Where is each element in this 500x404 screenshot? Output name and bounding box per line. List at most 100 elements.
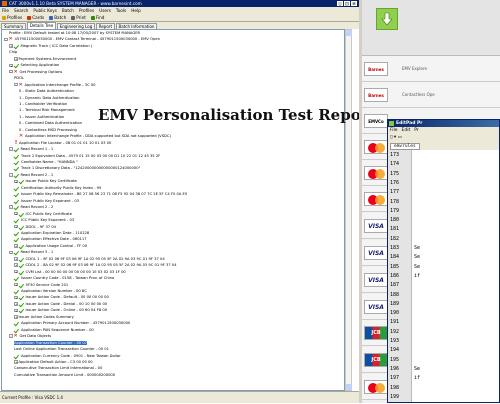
tree-row[interactable]: Cardholder Name - "HANNDA " — [14, 160, 78, 165]
tree-row[interactable]: Application Effective Date - 060117 — [14, 237, 87, 242]
collapse-icon[interactable]: - — [9, 147, 13, 151]
profiles-button[interactable]: Profiles — [2, 15, 22, 20]
tree-row[interactable]: 0 - Static Data Authentication — [19, 89, 74, 94]
tree-row[interactable]: 1 - Dynamic Data Authentication — [19, 96, 80, 101]
new-file-icon[interactable]: ▯ — [390, 135, 392, 140]
close-button[interactable]: × — [351, 1, 357, 6]
tree-row[interactable]: Profile : EMV Default tested at 10:08 17… — [9, 31, 140, 36]
menu-item-profiles[interactable]: Profiles — [79, 7, 94, 14]
expand-icon[interactable]: + — [14, 302, 18, 306]
find-button[interactable]: Find — [90, 15, 104, 20]
collapse-icon[interactable]: - — [9, 250, 13, 255]
menu-item-tools[interactable]: Tools — [116, 7, 126, 14]
editpad-menu-pr[interactable]: Pr — [414, 127, 419, 134]
tree-row[interactable]: - ✕ Get Data Objects — [9, 334, 51, 339]
expand-icon[interactable]: + — [14, 224, 18, 229]
tree-row[interactable]: + Selecting Application — [9, 63, 59, 68]
tree-row[interactable]: + Application Usage Control - FF 00 — [14, 244, 87, 249]
menu-item-search[interactable]: Search — [14, 7, 28, 14]
expand-icon[interactable]: + — [14, 244, 18, 248]
tree-row[interactable]: Application Version Number - 00 8C — [14, 289, 87, 294]
tree-row[interactable]: Application Transaction Counter - 00 07 — [14, 340, 88, 346]
tree-row[interactable]: 0 - Combined Data Authentication — [19, 121, 82, 126]
tree-row[interactable]: +Payment Systems Environment — [14, 57, 76, 62]
tree-row[interactable]: Certification Authority Public Key Index… — [14, 186, 101, 191]
tree-row[interactable]: Cumulative Transaction Amount Limit - 00… — [14, 373, 115, 378]
collapse-icon[interactable]: - — [9, 205, 13, 209]
tree-row[interactable]: +Application Default Action - C3 00 00 0… — [14, 360, 93, 365]
code-line[interactable]: Se — [414, 264, 420, 270]
expand-icon[interactable]: + — [14, 57, 18, 61]
menu-item-public-keys[interactable]: Public Keys — [33, 7, 57, 14]
tree-row[interactable]: 1 - Issuer Authentication — [19, 115, 64, 120]
tree-row[interactable]: - ✕ Application Interchange Profile - 3C 0… — [14, 82, 96, 87]
expand-icon[interactable]: + — [14, 263, 18, 267]
tree-scrollbar[interactable] — [345, 29, 352, 391]
menu-item-help[interactable]: Help — [131, 7, 141, 14]
collapse-icon[interactable]: - — [9, 334, 13, 338]
batch-button[interactable]: Batch — [49, 15, 66, 20]
tree-row[interactable]: ICC Public Key Exponent - 03 — [14, 218, 74, 223]
collapse-icon[interactable]: - — [14, 82, 18, 87]
maximize-button[interactable]: □ — [344, 1, 350, 6]
tree-row[interactable]: 1 - Cardholder Verification — [19, 102, 67, 107]
tree-row[interactable]: + DDOL - 9F 37 04 — [14, 225, 56, 230]
code-line[interactable]: Se — [414, 254, 420, 260]
code-line[interactable]: if — [414, 273, 420, 279]
tree-row[interactable]: - Read Record 1 - 1 — [9, 147, 53, 152]
expand-icon[interactable]: + — [14, 360, 18, 364]
scroll-down-arrow[interactable] — [346, 384, 352, 390]
tree-row[interactable]: + Issuer Action Code - Denial - 00 10 00 … — [14, 302, 107, 307]
expand-icon[interactable]: + — [14, 211, 18, 216]
expand-icon[interactable]: + — [14, 269, 18, 274]
tree-row[interactable]: - Read Record 3 - 1 — [9, 250, 53, 255]
card-scheme-row[interactable]: Barnes EMV Explore — [362, 56, 500, 82]
tree-row[interactable]: Issuer Public Key Remainder - BE 27 08 5… — [14, 192, 187, 197]
tree-row[interactable]: - Read Record 2 - 2 — [9, 205, 53, 210]
scroll-up-arrow[interactable] — [346, 30, 352, 36]
tree-row[interactable]: +5F30 Service Code 201 — [14, 283, 68, 288]
tree-row[interactable]: ! Application File Locator - 08 01 01 01 … — [14, 140, 111, 145]
tree-row[interactable]: PDOL — [14, 76, 24, 81]
tree-row[interactable]: Issuer Country Code - 0158 - Taiwan Prov… — [14, 276, 114, 281]
menu-item-users[interactable]: Users — [99, 7, 111, 14]
tree-row[interactable]: Issuer Public Key Exponent - 03 — [14, 199, 79, 204]
expand-icon[interactable]: + — [14, 308, 18, 313]
download-icon[interactable] — [376, 8, 398, 30]
menu-item-file[interactable]: File — [2, 7, 9, 14]
collapse-icon[interactable]: - — [9, 173, 13, 177]
expand-icon[interactable]: + — [14, 257, 18, 261]
tree-row[interactable]: ✕ Application Interchange Profile - DDA s… — [19, 134, 171, 139]
card-scheme-row[interactable]: Barnes Contactless Ope — [362, 82, 500, 108]
tree-row[interactable]: - ✕ 4579011500030000 - EMV Contact Termina… — [4, 37, 160, 42]
tree-row[interactable]: + Issuer Public Key Certificate — [14, 179, 77, 184]
details-tree[interactable]: Profile : EMV Default tested at 10:08 17… — [1, 29, 345, 391]
tree-row[interactable]: 0 - Contactless MSD Processing — [19, 128, 77, 133]
collapse-icon[interactable]: - — [9, 69, 13, 74]
tree-row[interactable]: Chip — [9, 50, 17, 55]
tree-row[interactable]: Application Primary Account Number - 457… — [14, 321, 130, 326]
code-line[interactable]: Se — [414, 366, 420, 372]
tree-row[interactable]: + CDOL 2 - 8A 02 9F 02 06 9F 03 06 9F 1A … — [14, 263, 177, 268]
open-file-icon[interactable]: ▭ — [398, 135, 402, 140]
tree-row[interactable]: Track 1 Discretionary Data - "1242000000… — [14, 166, 140, 171]
expand-icon[interactable]: + — [9, 44, 13, 48]
tree-row[interactable]: + CDOL 1 - 9F 02 06 9F 03 06 9F 1A 02 95 … — [14, 257, 165, 262]
tree-row[interactable]: Application PAN Sequence Number - 00 — [14, 328, 94, 333]
menu-item-batch[interactable]: Batch — [62, 7, 74, 14]
tree-row[interactable]: + Issuer Action Code - Online - 00 60 04 … — [14, 308, 107, 313]
expand-icon[interactable]: + — [14, 295, 18, 300]
minimize-button[interactable]: _ — [337, 1, 343, 6]
cards-button[interactable]: Cards — [27, 15, 44, 20]
tree-row[interactable]: + ICC Public Key Certificate — [14, 212, 72, 217]
tree-row[interactable]: Track 2 Equivalent Data - 4579 01 15 00 … — [14, 154, 160, 159]
tree-row[interactable]: - ✕ Get Processing Options — [9, 69, 62, 74]
tree-row[interactable]: + Magnetic Track ( ICC Data Correlation ) — [9, 44, 92, 49]
editpad-menu-edit[interactable]: Edit — [402, 127, 411, 134]
code-line[interactable]: Se — [414, 245, 420, 251]
tree-row[interactable]: Application Currency Code - 0901 - New T… — [14, 354, 121, 359]
editpad-file-tab[interactable]: emvrules — [390, 143, 420, 150]
expand-icon[interactable]: + — [14, 179, 18, 184]
expand-icon[interactable]: + — [14, 282, 18, 287]
tree-row[interactable]: Application Expiration Date - 110228 — [14, 231, 89, 236]
